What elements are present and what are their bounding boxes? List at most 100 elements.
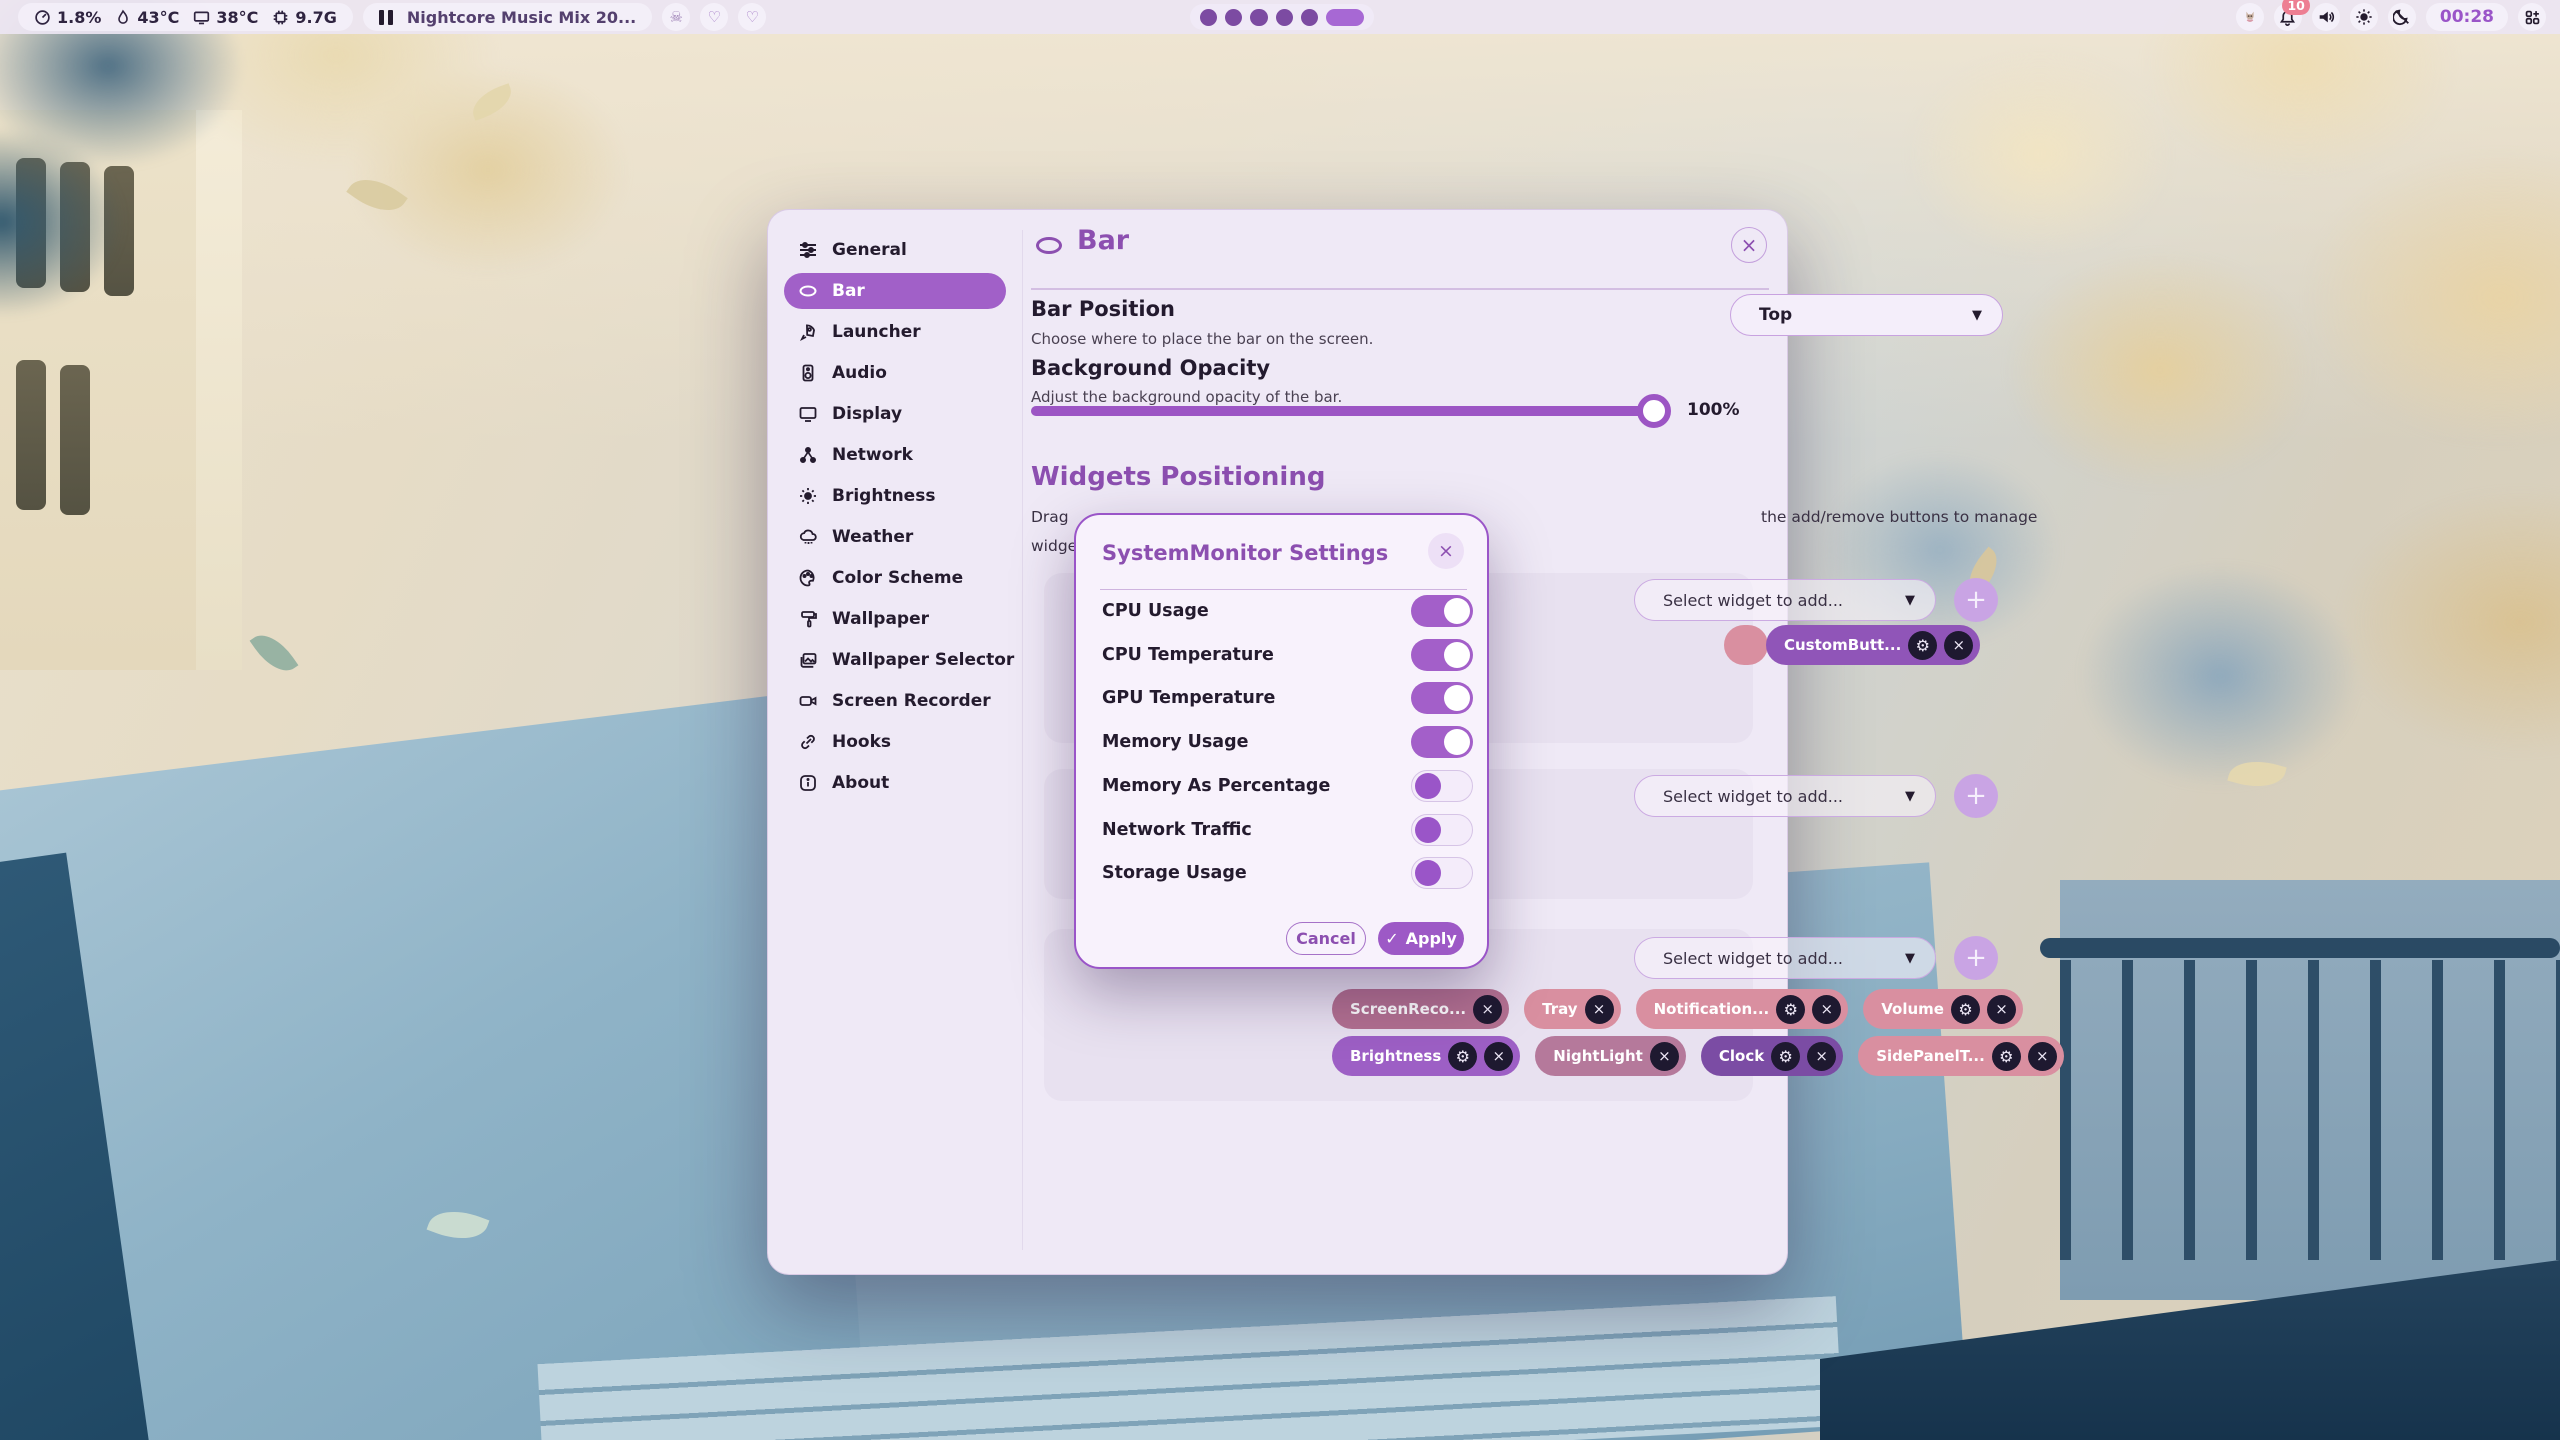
widget-chip-notification[interactable]: Notification... ⚙ × — [1636, 989, 1849, 1029]
favorites-button-2[interactable]: ♡ — [738, 3, 766, 31]
sidebar-item-audio[interactable]: Audio — [784, 355, 1006, 391]
gear-icon[interactable]: ⚙ — [1951, 995, 1980, 1024]
display-icon — [193, 9, 210, 26]
right-widgets-row-1: ScreenReco... × Tray × Notification... ⚙… — [1332, 989, 2023, 1029]
widget-chip-screenrecorder[interactable]: ScreenReco... × — [1332, 989, 1509, 1029]
gear-icon[interactable]: ⚙ — [1448, 1042, 1477, 1071]
check-icon: ✓ — [1385, 929, 1398, 948]
opacity-value: 100% — [1687, 400, 1740, 420]
widget-chip-sidepaneltoggle[interactable]: SidePanelT... ⚙ × — [1858, 1036, 2064, 1076]
gear-icon[interactable]: ⚙ — [1992, 1042, 2021, 1071]
sidebar-item-hooks[interactable]: Hooks — [784, 724, 1006, 760]
hidden-chip-sliver[interactable] — [1724, 625, 1768, 665]
widget-chip-clock[interactable]: Clock ⚙ × — [1701, 1036, 1843, 1076]
workspace-dot[interactable] — [1200, 9, 1217, 26]
leaf — [346, 167, 407, 223]
remove-icon[interactable]: × — [1812, 995, 1841, 1024]
workspace-dot[interactable] — [1276, 9, 1293, 26]
sidebar-item-wallpaper[interactable]: Wallpaper — [784, 601, 1006, 637]
workspace-active-dot[interactable] — [1326, 9, 1364, 26]
toggle-memory-usage[interactable] — [1411, 726, 1473, 758]
left-add-widget-button[interactable]: + — [1954, 578, 1998, 622]
workspace-dot[interactable] — [1250, 9, 1267, 26]
remove-icon[interactable]: × — [1650, 1042, 1679, 1071]
dashboard-button[interactable] — [2518, 3, 2546, 31]
remove-icon[interactable]: × — [1987, 995, 2016, 1024]
toggle-storage-usage[interactable] — [1411, 857, 1473, 889]
gear-icon[interactable]: ⚙ — [1771, 1042, 1800, 1071]
remove-icon[interactable]: × — [1585, 995, 1614, 1024]
notifications-button[interactable]: 10 — [2274, 3, 2302, 31]
gear-icon[interactable]: ⚙ — [1908, 631, 1937, 660]
opacity-slider-fill — [1031, 406, 1655, 416]
sidebar-item-network[interactable]: Network — [784, 437, 1006, 473]
sidebar-item-weather[interactable]: Weather — [784, 519, 1006, 555]
wallpaper-railing-top — [2040, 938, 2560, 958]
chevron-down-icon: ▼ — [1972, 308, 1982, 323]
sidebar-item-screen-recorder[interactable]: Screen Recorder — [784, 683, 1006, 719]
sidebar-item-about[interactable]: About — [784, 765, 1006, 801]
right-add-widget-button[interactable]: + — [1954, 936, 1998, 980]
widgets-description-fragment: Drag — [1031, 508, 1069, 526]
images-icon — [798, 650, 818, 670]
workspace-dot[interactable] — [1225, 9, 1242, 26]
center-add-widget-button[interactable]: + — [1954, 774, 1998, 818]
widget-chip-custombutton[interactable]: CustomButt... ⚙ × — [1766, 625, 1980, 665]
grid-plus-icon — [2524, 9, 2541, 26]
opacity-slider-handle[interactable] — [1637, 394, 1671, 428]
remove-icon[interactable]: × — [1807, 1042, 1836, 1071]
widget-chip-volume[interactable]: Volume ⚙ × — [1863, 989, 2023, 1029]
leaf — [467, 83, 517, 121]
toggle-gpu-temperature[interactable] — [1411, 682, 1473, 714]
night-light-button[interactable] — [2388, 3, 2416, 31]
center-add-widget-dropdown[interactable]: Select widget to add... ▼ — [1634, 775, 1936, 817]
wallpaper-dark-corner — [1820, 1260, 2560, 1440]
clock[interactable]: 00:28 — [2426, 3, 2508, 31]
favorites-button[interactable]: ♡ — [700, 3, 728, 31]
toggle-memory-as-percentage[interactable] — [1411, 770, 1473, 802]
tray-app-icon[interactable] — [2236, 3, 2264, 31]
cancel-button[interactable]: Cancel — [1286, 922, 1366, 955]
widget-chip-tray[interactable]: Tray × — [1524, 989, 1620, 1029]
sidebar-item-general[interactable]: General — [784, 232, 1006, 268]
toggle-network-traffic[interactable] — [1411, 814, 1473, 846]
sidebar-item-display[interactable]: Display — [784, 396, 1006, 432]
workspaces-indicator[interactable] — [1190, 4, 1374, 30]
remove-icon[interactable]: × — [1473, 995, 1502, 1024]
gear-icon[interactable]: ⚙ — [1776, 995, 1805, 1024]
workspace-dot[interactable] — [1301, 9, 1318, 26]
media-module[interactable]: Nightcore Music Mix 20... — [363, 3, 652, 31]
modal-divider — [1100, 589, 1467, 590]
leaf — [250, 626, 299, 680]
volume-button[interactable] — [2312, 3, 2340, 31]
bar-position-dropdown[interactable]: Top ▼ — [1730, 294, 2003, 336]
window-close-button[interactable]: × — [1731, 227, 1767, 263]
toggle-cpu-usage[interactable] — [1411, 595, 1473, 627]
sidebar-item-bar[interactable]: Bar — [784, 273, 1006, 309]
sidebar-item-launcher[interactable]: Launcher — [784, 314, 1006, 350]
system-stats-module[interactable]: 1.8% 43°C 38°C 9.7G — [18, 3, 353, 31]
left-add-widget-dropdown[interactable]: Select widget to add... ▼ — [1634, 579, 1936, 621]
remove-icon[interactable]: × — [2028, 1042, 2057, 1071]
toggle-cpu-temperature[interactable] — [1411, 639, 1473, 671]
sidebar-item-color-scheme[interactable]: Color Scheme — [784, 560, 1006, 596]
remove-icon[interactable]: × — [1484, 1042, 1513, 1071]
sidebar-item-wallpaper-selector[interactable]: Wallpaper Selector — [784, 642, 1006, 678]
apply-button[interactable]: ✓Apply — [1378, 922, 1464, 955]
bar-pill-icon — [1036, 237, 1062, 254]
right-add-widget-dropdown[interactable]: Select widget to add... ▼ — [1634, 937, 1936, 979]
remove-icon[interactable]: × — [1944, 631, 1973, 660]
modal-close-button[interactable]: × — [1428, 533, 1464, 569]
opacity-slider-track[interactable] — [1031, 406, 1668, 416]
emoji-picker-button[interactable]: ☠ — [662, 3, 690, 31]
brightness-button[interactable] — [2350, 3, 2378, 31]
widget-chip-nightlight[interactable]: NightLight × — [1535, 1036, 1686, 1076]
heart-icon: ♡ — [707, 8, 720, 26]
pause-icon — [379, 10, 393, 25]
wallpaper-stairs — [537, 1296, 1842, 1440]
widget-chip-brightness[interactable]: Brightness ⚙ × — [1332, 1036, 1520, 1076]
sidebar-divider — [1022, 230, 1023, 1250]
sidebar-item-brightness[interactable]: Brightness — [784, 478, 1006, 514]
info-icon — [798, 773, 818, 793]
top-bar: 1.8% 43°C 38°C 9.7G Nightcore Music Mix … — [0, 0, 2560, 34]
